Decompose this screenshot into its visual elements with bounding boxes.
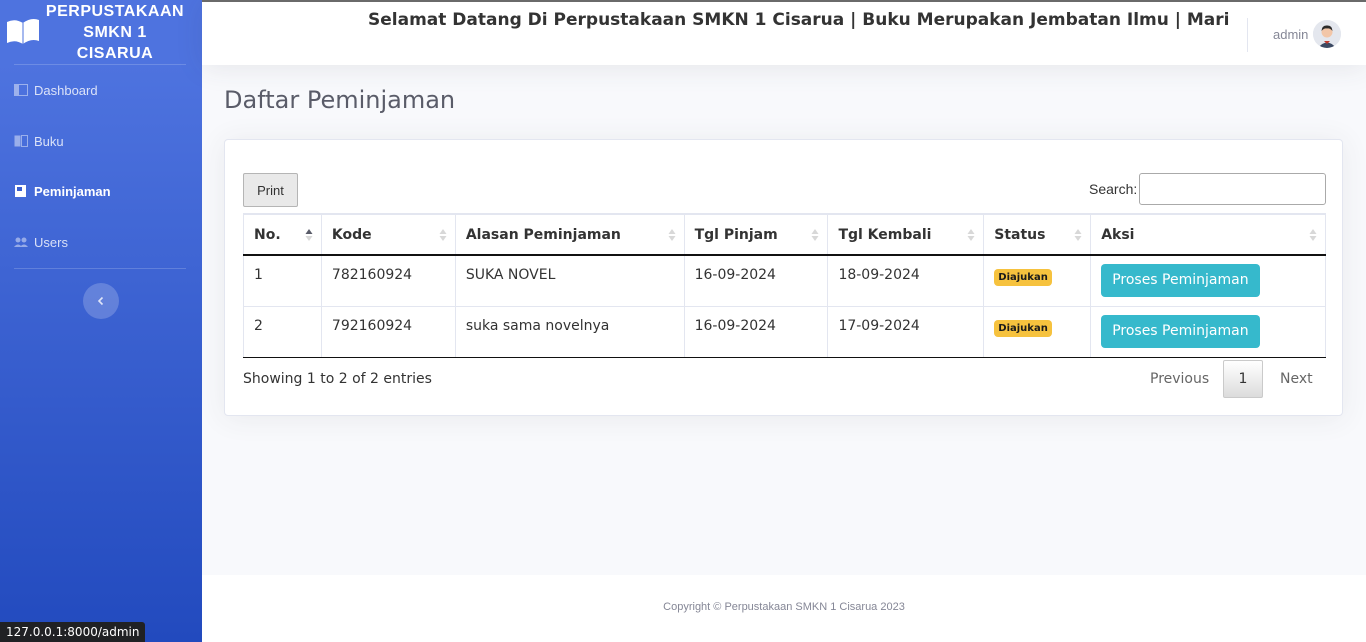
table-row: 1 782160924 SUKA NOVEL 16-09-2024 18-09-…: [243, 254, 1326, 307]
cell-status: Diajukan: [983, 305, 1092, 358]
sidebar-item-dashboard[interactable]: Dashboard: [0, 66, 202, 114]
column-header-label: Alasan Peminjaman: [465, 226, 621, 243]
cell-no: 2: [243, 305, 322, 358]
sidebar-divider: [14, 268, 186, 269]
sidebar-item-label: Dashboard: [34, 82, 98, 98]
cell-tgl-pinjam: 16-09-2024: [683, 305, 829, 358]
sort-icon: [1309, 229, 1317, 241]
sidebar: PERPUSTAKAAN SMKN 1 CISARUA Dashboard Bu…: [0, 0, 202, 642]
sidebar-item-label: Users: [34, 234, 68, 250]
cell-tgl-pinjam: 16-09-2024: [683, 254, 829, 307]
sort-icon: [811, 229, 819, 241]
sidebar-toggle-button[interactable]: [83, 283, 119, 319]
column-header-label: No.: [254, 226, 281, 243]
table-header-row: No. Kode Alasan Peminjaman Tgl Pinjam Tg…: [243, 213, 1326, 256]
proses-peminjaman-button[interactable]: Proses Peminjaman: [1101, 314, 1260, 348]
column-header-aksi[interactable]: Aksi: [1090, 213, 1326, 256]
column-header-tgl-pinjam[interactable]: Tgl Pinjam: [683, 213, 829, 256]
users-icon: [14, 237, 28, 247]
cell-aksi: Proses Peminjaman: [1090, 305, 1326, 358]
status-badge: Diajukan: [994, 269, 1052, 286]
column-header-label: Tgl Pinjam: [694, 226, 778, 243]
topbar: Selamat Datang Di Perpustakaan SMKN 1 Ci…: [202, 0, 1366, 65]
column-header-label: Status: [994, 226, 1046, 243]
cell-no: 1: [243, 254, 322, 307]
column-header-kode[interactable]: Kode: [320, 213, 456, 256]
sort-icon: [967, 229, 975, 241]
proses-peminjaman-button[interactable]: Proses Peminjaman: [1101, 264, 1260, 297]
column-header-alasan[interactable]: Alasan Peminjaman: [454, 213, 685, 256]
sort-ascending-icon: [305, 229, 313, 241]
brand-line-2: SMKN 1: [83, 24, 147, 41]
sort-icon: [668, 229, 676, 241]
cell-kode: 782160924: [320, 254, 456, 307]
book-open-icon: [7, 19, 39, 44]
pagination-previous[interactable]: Previous: [1150, 371, 1209, 387]
cell-alasan: SUKA NOVEL: [454, 254, 685, 307]
chevron-left-icon: [97, 296, 104, 306]
brand-title: PERPUSTAKAAN SMKN 1 CISARUA: [42, 1, 188, 64]
brand-line-3: CISARUA: [76, 45, 154, 62]
column-header-label: Kode: [331, 226, 372, 243]
print-button[interactable]: Print: [243, 173, 298, 207]
search-input[interactable]: [1139, 173, 1326, 205]
cell-alasan: suka sama novelnya: [454, 305, 685, 358]
column-header-tgl-kembali[interactable]: Tgl Kembali: [827, 213, 985, 256]
cell-status: Diajukan: [983, 254, 1092, 307]
loan-icon: [15, 185, 26, 197]
user-avatar-icon: [1313, 20, 1341, 48]
search-label: Search:: [1089, 181, 1138, 197]
loan-table-card: Print Search: No. Kode Alasan Peminjaman…: [224, 139, 1343, 416]
sidebar-item-peminjaman[interactable]: Peminjaman: [0, 167, 202, 215]
footer: Copyright © Perpustakaan SMKN 1 Cisarua …: [202, 575, 1366, 642]
column-header-label: Tgl Kembali: [838, 226, 932, 243]
cell-tgl-kembali: 17-09-2024: [827, 305, 985, 358]
topbar-divider: [1247, 18, 1248, 52]
browser-status-url: 127.0.0.1:8000/admin: [0, 622, 146, 642]
table-row: 2 792160924 suka sama novelnya 16-09-202…: [243, 305, 1326, 358]
copyright-text: Copyright © Perpustakaan SMKN 1 Cisarua …: [663, 601, 905, 613]
dashboard-icon: [14, 84, 28, 96]
page-title: Daftar Peminjaman: [224, 86, 456, 114]
brand-line-1: PERPUSTAKAAN: [45, 3, 185, 20]
column-header-status[interactable]: Status: [983, 213, 1092, 256]
sort-icon: [439, 229, 447, 241]
brand[interactable]: PERPUSTAKAAN SMKN 1 CISARUA: [0, 0, 202, 64]
marquee-text: Selamat Datang Di Perpustakaan SMKN 1 Ci…: [368, 10, 1232, 30]
user-name[interactable]: admin: [1273, 27, 1308, 42]
cell-aksi: Proses Peminjaman: [1090, 254, 1326, 307]
book-icon: [14, 135, 28, 147]
cell-tgl-kembali: 18-09-2024: [827, 254, 985, 307]
pagination-page-1[interactable]: 1: [1223, 360, 1263, 398]
cell-kode: 792160924: [320, 305, 456, 358]
sidebar-divider: [14, 64, 186, 65]
sidebar-item-users[interactable]: Users: [0, 218, 202, 266]
table-info: Showing 1 to 2 of 2 entries: [243, 371, 432, 387]
pagination-next[interactable]: Next: [1280, 371, 1313, 387]
sort-icon: [1074, 229, 1082, 241]
welcome-marquee: Selamat Datang Di Perpustakaan SMKN 1 Ci…: [222, 10, 1232, 34]
avatar[interactable]: [1313, 20, 1341, 48]
sidebar-item-label: Peminjaman: [34, 183, 111, 199]
status-badge: Diajukan: [994, 319, 1052, 337]
column-header-label: Aksi: [1101, 226, 1135, 243]
loan-table: No. Kode Alasan Peminjaman Tgl Pinjam Tg…: [243, 213, 1326, 358]
column-header-no[interactable]: No.: [243, 213, 322, 256]
sidebar-item-buku[interactable]: Buku: [0, 117, 202, 165]
sidebar-item-label: Buku: [34, 133, 64, 149]
